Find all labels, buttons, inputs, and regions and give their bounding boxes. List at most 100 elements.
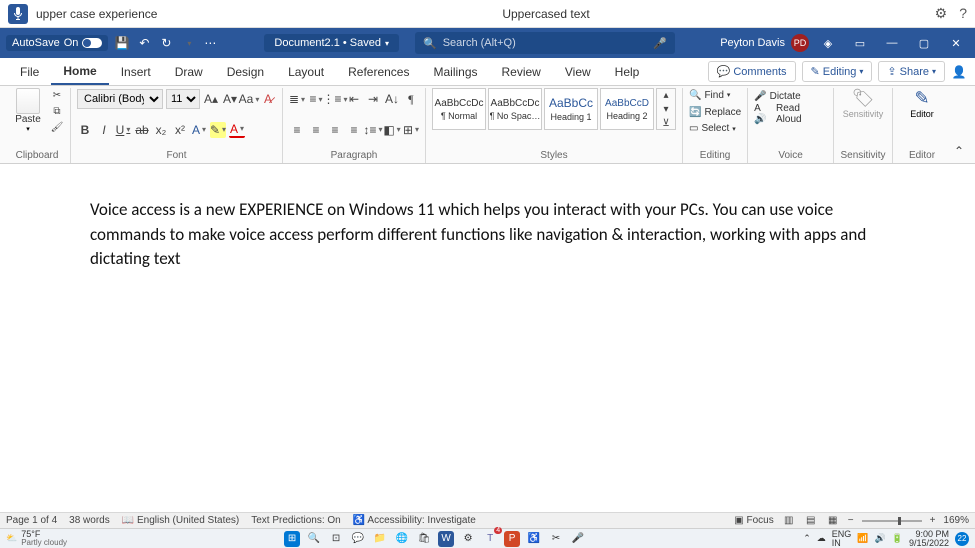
document-body[interactable]: Voice access is a new EXPERIENCE on Wind… — [0, 164, 975, 306]
bold-button[interactable]: B — [77, 122, 93, 138]
dictate-button[interactable]: 🎤Dictate — [754, 88, 827, 104]
tab-mailings[interactable]: Mailings — [421, 58, 489, 85]
line-spacing-icon[interactable]: ↕≡ — [365, 122, 381, 138]
highlight-icon[interactable]: ✎ — [210, 122, 226, 138]
font-color-icon[interactable]: A — [229, 122, 245, 138]
tab-draw[interactable]: Draw — [163, 58, 215, 85]
minimize-button[interactable]: — — [879, 32, 905, 54]
help-icon[interactable]: ? — [959, 5, 967, 22]
edge-icon[interactable]: 🌐 — [394, 531, 410, 547]
styles-down-icon[interactable]: ▾ — [659, 103, 673, 115]
weather-widget[interactable]: ⛅ 75°F Partly cloudy — [6, 530, 67, 547]
print-layout-icon[interactable]: ▤ — [804, 514, 818, 528]
focus-button[interactable]: ▣ Focus — [734, 515, 773, 526]
task-view-icon[interactable]: ⊡ — [328, 531, 344, 547]
volume-icon[interactable]: 🔊 — [875, 533, 886, 544]
font-name-select[interactable]: Calibri (Body) — [77, 89, 163, 109]
qat-overflow-icon[interactable]: ⋯ — [202, 35, 218, 51]
text-effects-icon[interactable]: A — [191, 122, 207, 138]
search-input[interactable] — [443, 37, 648, 49]
tab-layout[interactable]: Layout — [276, 58, 336, 85]
font-size-select[interactable]: 11 — [166, 89, 200, 109]
tab-help[interactable]: Help — [603, 58, 652, 85]
onedrive-icon[interactable]: ☁ — [817, 533, 826, 544]
tab-insert[interactable]: Insert — [109, 58, 163, 85]
borders-icon[interactable]: ⊞ — [403, 122, 419, 138]
align-right-icon[interactable]: ≡ — [327, 122, 343, 138]
shading-icon[interactable]: ◧ — [384, 122, 400, 138]
style-heading-1[interactable]: AaBbCcHeading 1 — [544, 88, 598, 130]
user-account[interactable]: Peyton Davis PD — [720, 34, 809, 52]
store-icon[interactable]: 🛍 — [416, 531, 432, 547]
save-icon[interactable]: 💾 — [114, 35, 130, 51]
zoom-in-button[interactable]: + — [930, 515, 936, 526]
voice-access-icon[interactable]: 🎤 — [570, 531, 586, 547]
grow-font-icon[interactable]: A▴ — [203, 91, 219, 107]
diamond-icon[interactable]: ◈ — [815, 32, 841, 54]
replace-button[interactable]: 🔄Replace — [689, 105, 741, 120]
tab-review[interactable]: Review — [490, 58, 553, 85]
zoom-out-button[interactable]: − — [848, 515, 854, 526]
zoom-level[interactable]: 169% — [943, 515, 969, 526]
read-mode-icon[interactable]: ▥ — [782, 514, 796, 528]
styles-more-icon[interactable]: ⊻ — [659, 117, 673, 129]
status-predictions[interactable]: Text Predictions: On — [251, 515, 340, 526]
editor-button[interactable]: ✎ Editor — [899, 88, 945, 119]
status-words[interactable]: 38 words — [69, 515, 110, 526]
close-button[interactable]: ✕ — [943, 32, 969, 54]
undo-icon[interactable]: ↶ — [136, 35, 152, 51]
copy-icon[interactable]: ⧉ — [50, 104, 64, 118]
battery-icon[interactable]: 🔋 — [892, 533, 903, 544]
tray-chevron-icon[interactable]: ⌃ — [803, 533, 811, 544]
cut-icon[interactable]: ✂ — [50, 88, 64, 102]
clock[interactable]: 9:00 PM9/15/2022 — [909, 530, 949, 548]
document-name[interactable]: Document2.1 • Saved ▾ — [264, 34, 399, 52]
show-marks-icon[interactable]: ¶ — [403, 91, 419, 107]
explorer-icon[interactable]: 📁 — [372, 531, 388, 547]
powerpoint-icon[interactable]: P — [504, 531, 520, 547]
clear-formatting-icon[interactable]: A̷ — [260, 91, 276, 107]
snip-icon[interactable]: ✂ — [548, 531, 564, 547]
align-center-icon[interactable]: ≡ — [308, 122, 324, 138]
tab-view[interactable]: View — [553, 58, 603, 85]
underline-button[interactable]: U — [115, 122, 131, 138]
sort-icon[interactable]: A↓ — [384, 91, 400, 107]
style-heading-2[interactable]: AaBbCcDHeading 2 — [600, 88, 654, 130]
document-area[interactable]: Voice access is a new EXPERIENCE on Wind… — [0, 164, 975, 512]
tab-references[interactable]: References — [336, 58, 421, 85]
collapse-ribbon-icon[interactable]: ⌃ — [951, 143, 967, 159]
italic-button[interactable]: I — [96, 122, 112, 138]
style-no-spacing[interactable]: AaBbCcDc¶ No Spac… — [488, 88, 542, 130]
microphone-icon[interactable] — [8, 4, 28, 24]
tab-home[interactable]: Home — [51, 58, 108, 85]
settings-icon[interactable]: ⚙ — [460, 531, 476, 547]
increase-indent-icon[interactable]: ⇥ — [365, 91, 381, 107]
align-left-icon[interactable]: ≡ — [289, 122, 305, 138]
chat-icon[interactable]: 💬 — [350, 531, 366, 547]
task-search-icon[interactable]: 🔍 — [306, 531, 322, 547]
share-button[interactable]: ⇪Share▾ — [878, 61, 945, 82]
bullets-icon[interactable]: ≣ — [289, 91, 305, 107]
tab-file[interactable]: File — [8, 58, 51, 85]
decrease-indent-icon[interactable]: ⇤ — [346, 91, 362, 107]
search-box[interactable]: 🔍 🎤 — [415, 32, 675, 54]
paste-button[interactable]: Paste ▾ — [10, 88, 46, 134]
status-language[interactable]: 📖 English (United States) — [122, 515, 240, 526]
gear-icon[interactable]: ⚙ — [935, 5, 948, 22]
find-button[interactable]: 🔍Find▾ — [689, 88, 741, 103]
sensitivity-button[interactable]: 🏷 Sensitivity — [840, 88, 886, 119]
format-painter-icon[interactable]: 🖌 — [50, 120, 64, 134]
change-case-icon[interactable]: Aa — [241, 91, 257, 107]
autosave-toggle[interactable]: AutoSave On — [6, 35, 108, 51]
teams-icon[interactable]: T — [482, 531, 498, 547]
notification-badge[interactable]: 22 — [955, 532, 969, 546]
comments-button[interactable]: 💬Comments — [708, 61, 796, 82]
wifi-icon[interactable]: 📶 — [857, 533, 868, 544]
maximize-button[interactable]: ▢ — [911, 32, 937, 54]
superscript-button[interactable]: x² — [172, 122, 188, 138]
zoom-slider[interactable] — [862, 520, 922, 522]
strikethrough-button[interactable]: ab — [134, 122, 150, 138]
word-icon[interactable]: W — [438, 531, 454, 547]
style-normal[interactable]: AaBbCcDc¶ Normal — [432, 88, 486, 130]
ribbon-mode-icon[interactable]: ▭ — [847, 32, 873, 54]
